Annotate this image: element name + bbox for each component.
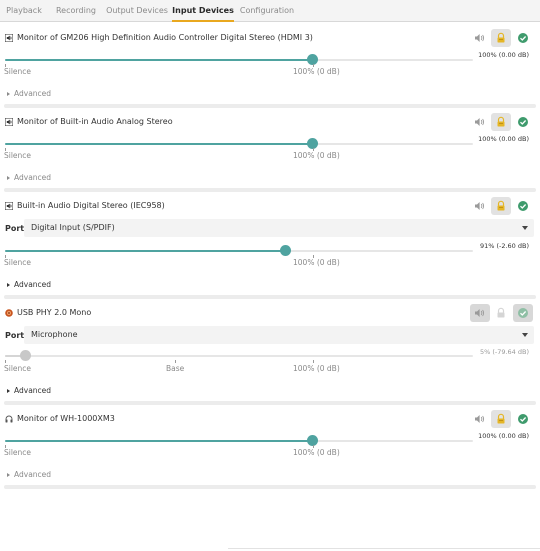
lock-channels-button[interactable]: [491, 197, 511, 215]
volume-readout: 5% (-79.64 dB): [479, 348, 529, 356]
device-separator: [4, 295, 536, 299]
volume-readout: 100% (0.00 dB): [478, 432, 529, 440]
lock-channels-button[interactable]: [491, 410, 511, 428]
device-name: Built-in Audio Digital Stereo (IEC958): [17, 201, 165, 210]
advanced-expander[interactable]: Advanced: [7, 89, 51, 98]
tab-output-devices[interactable]: Output Devices: [104, 0, 170, 22]
mute-button[interactable]: [470, 304, 490, 322]
silence-tick: [5, 360, 6, 363]
advanced-expander[interactable]: Advanced: [7, 470, 51, 479]
silence-mark: Silence: [4, 364, 32, 373]
device-separator: [4, 188, 536, 192]
set-default-button[interactable]: [513, 410, 533, 428]
monitor-speaker-icon: [5, 118, 13, 126]
advanced-label: Advanced: [14, 470, 52, 479]
chevron-down-icon: [522, 226, 528, 230]
advanced-expander[interactable]: Advanced: [7, 280, 51, 289]
tab-recording[interactable]: Recording: [50, 0, 102, 22]
monitor-speaker-icon: [5, 202, 13, 210]
full-volume-mark: 100% (0 dB): [293, 448, 340, 457]
device-separator: [4, 485, 536, 489]
silence-mark: Silence: [4, 67, 32, 76]
advanced-expander[interactable]: Advanced: [7, 386, 51, 395]
input-devices-panel: [0, 22, 540, 551]
base-tick: [175, 360, 176, 363]
expander-arrow-icon: [7, 175, 10, 180]
set-default-button[interactable]: [513, 113, 533, 131]
usb-audio-icon: [5, 309, 13, 317]
port-selected-value: Microphone: [31, 330, 78, 339]
full-volume-mark: 100% (0 dB): [293, 151, 340, 160]
tab-playback[interactable]: Playback: [0, 0, 48, 22]
headphones-icon: [5, 415, 13, 423]
expander-arrow-icon: [7, 388, 10, 393]
advanced-label: Advanced: [14, 386, 52, 395]
volume-slider[interactable]: [5, 59, 473, 61]
volume-readout: 91% (-2.60 dB): [479, 242, 529, 250]
lock-channels-button[interactable]: [491, 113, 511, 131]
volume-slider-knob[interactable]: [20, 350, 31, 361]
expander-arrow-icon: [7, 91, 10, 96]
base-mark: Base: [166, 364, 185, 373]
advanced-label: Advanced: [14, 89, 52, 98]
set-default-button[interactable]: [513, 29, 533, 47]
volume-slider-knob[interactable]: [280, 245, 291, 256]
full-volume-tick: [313, 360, 314, 363]
expander-arrow-icon: [7, 282, 10, 287]
device-name: Monitor of GM206 High Definition Audio C…: [17, 33, 313, 42]
window-bottom-edge: [228, 548, 540, 549]
silence-mark: Silence: [4, 448, 32, 457]
mute-button[interactable]: [470, 197, 490, 215]
advanced-label: Advanced: [14, 173, 52, 182]
mute-button[interactable]: [470, 29, 490, 47]
set-default-button[interactable]: [513, 304, 533, 322]
silence-mark: Silence: [4, 151, 32, 160]
mute-button[interactable]: [470, 410, 490, 428]
device-name: USB PHY 2.0 Mono: [17, 308, 92, 317]
full-volume-mark: 100% (0 dB): [293, 258, 340, 267]
mute-button[interactable]: [470, 113, 490, 131]
device-name: Monitor of Built-in Audio Analog Stereo: [17, 117, 173, 126]
silence-mark: Silence: [4, 258, 32, 267]
chevron-down-icon: [522, 333, 528, 337]
advanced-expander[interactable]: Advanced: [7, 173, 51, 182]
volume-readout: 100% (0.00 dB): [478, 135, 529, 143]
device-separator: [4, 401, 536, 405]
lock-channels-button[interactable]: [491, 304, 511, 322]
expander-arrow-icon: [7, 472, 10, 477]
port-selected-value: Digital Input (S/PDIF): [31, 223, 115, 232]
volume-slider[interactable]: [5, 143, 473, 145]
set-default-button[interactable]: [513, 197, 533, 215]
volume-slider[interactable]: [5, 440, 473, 442]
monitor-speaker-icon: [5, 34, 13, 42]
tab-bar: Playback Recording Output Devices Input …: [0, 0, 540, 22]
full-volume-mark: 100% (0 dB): [293, 364, 340, 373]
port-dropdown[interactable]: Digital Input (S/PDIF): [24, 219, 534, 237]
port-dropdown[interactable]: Microphone: [24, 326, 534, 344]
tab-configuration[interactable]: Configuration: [236, 0, 298, 22]
device-name: Monitor of WH-1000XM3: [17, 414, 115, 423]
volume-slider[interactable]: [5, 250, 473, 252]
tab-input-devices[interactable]: Input Devices: [172, 0, 234, 22]
device-separator: [4, 104, 536, 108]
volume-readout: 100% (0.00 dB): [478, 51, 529, 59]
full-volume-mark: 100% (0 dB): [293, 67, 340, 76]
volume-slider[interactable]: [5, 355, 473, 357]
lock-channels-button[interactable]: [491, 29, 511, 47]
advanced-label: Advanced: [14, 280, 52, 289]
